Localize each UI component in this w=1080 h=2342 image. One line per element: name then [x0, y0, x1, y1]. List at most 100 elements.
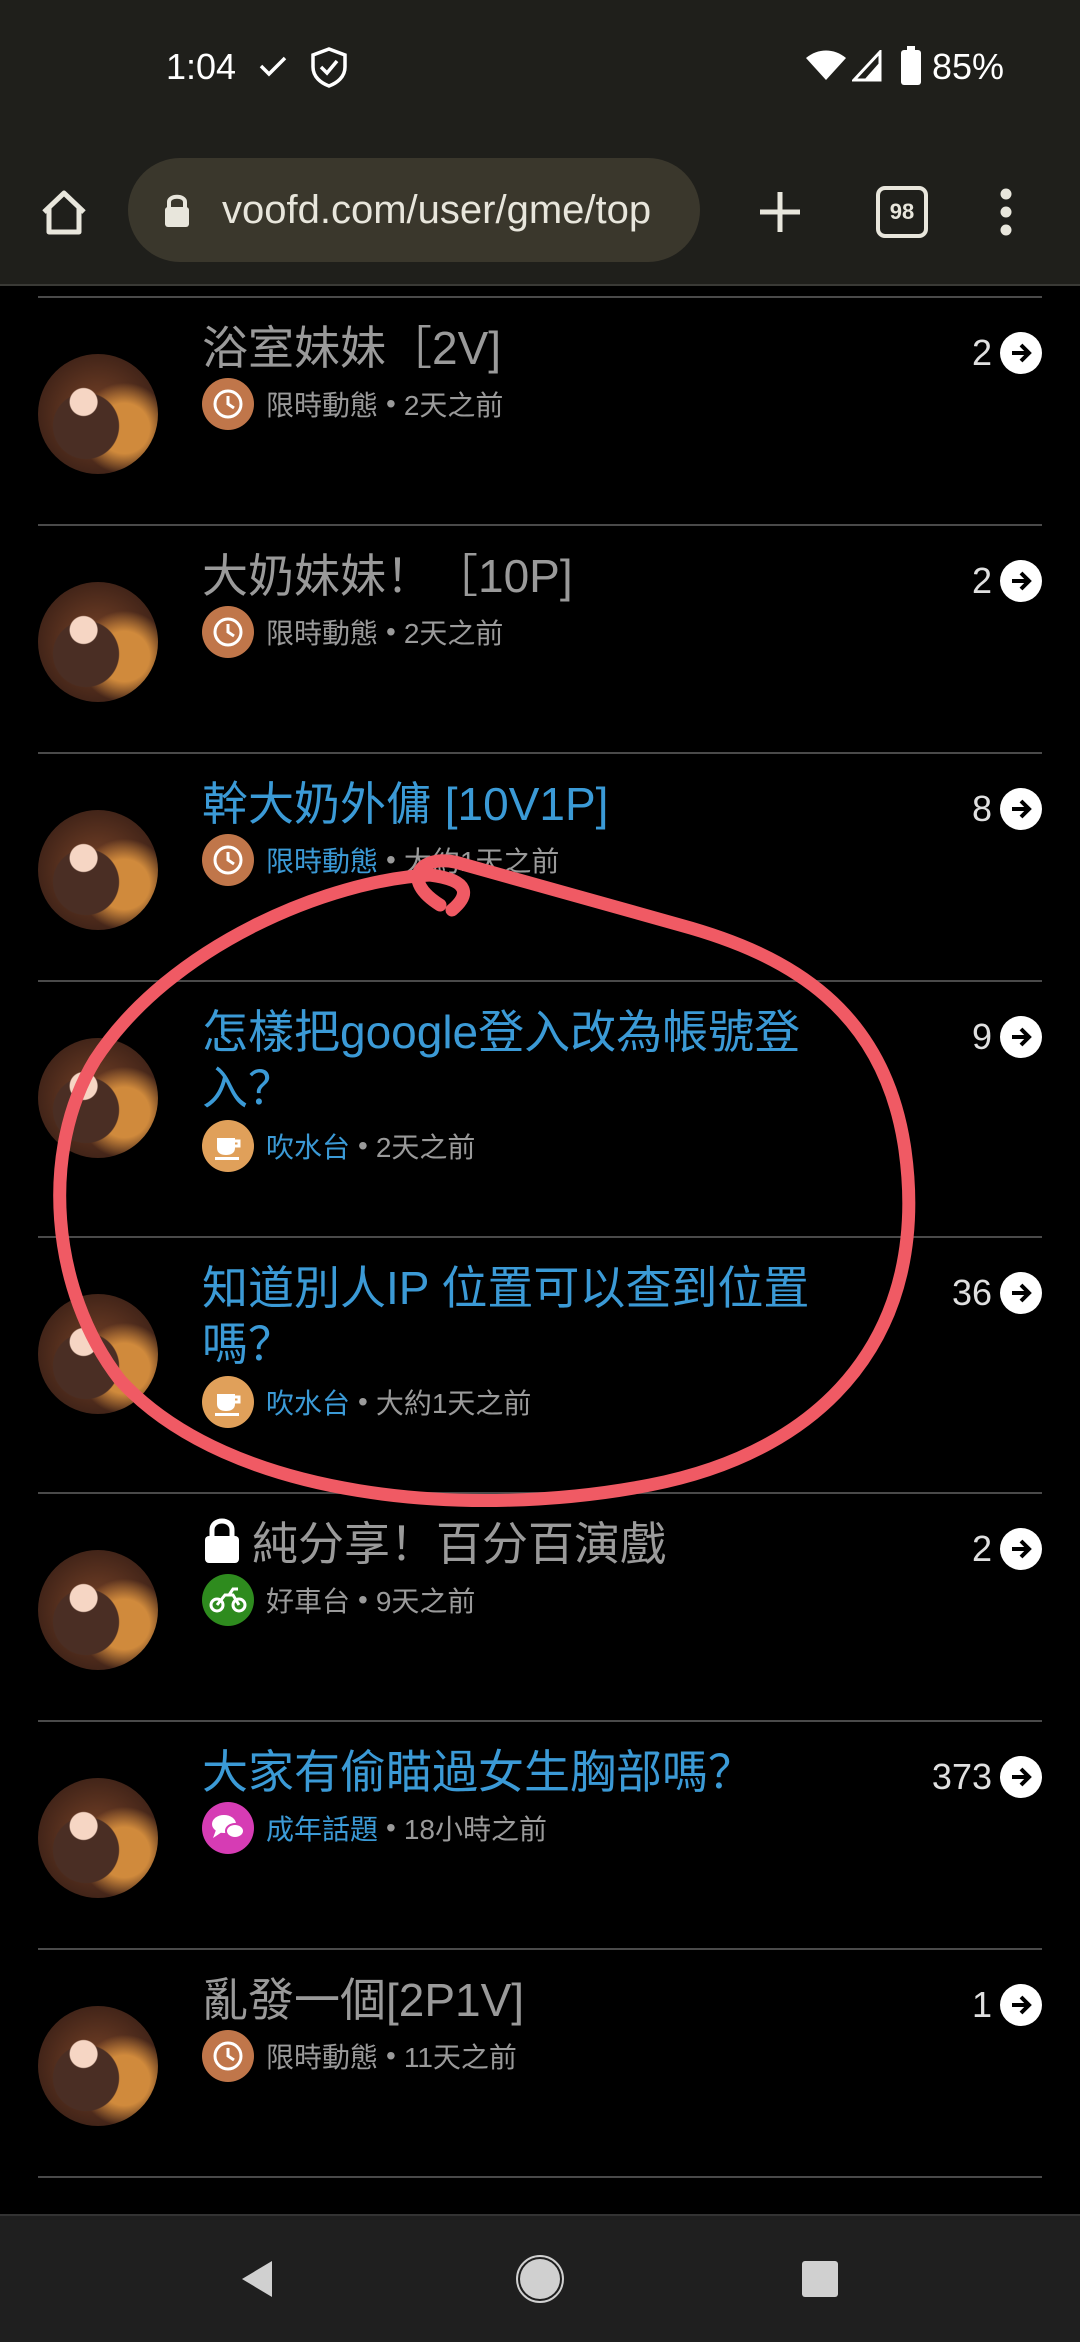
back-triangle-icon: [242, 2261, 272, 2297]
arrow-right-icon: [1000, 1756, 1042, 1798]
avatar[interactable]: [38, 1294, 158, 1414]
avatar[interactable]: [38, 1038, 158, 1158]
avatar[interactable]: [38, 810, 158, 930]
reply-count-value: 2: [971, 560, 992, 601]
category-link[interactable]: 限時動態: [266, 840, 378, 880]
topic-row[interactable]: 大家有偷瞄過女生胸部嗎？ 成年話題 • 18小時之前 373: [38, 1720, 1042, 1948]
wifi-icon: [806, 50, 846, 80]
topic-row[interactable]: 亂發一個[2P1V] 限時動態 • 11天之前 1: [38, 1948, 1042, 2176]
topic-title[interactable]: 浴室妹妹［2V]: [202, 320, 882, 376]
separator: •: [358, 1386, 368, 1417]
category-link[interactable]: 成年話題: [266, 1808, 378, 1848]
topic-row[interactable]: 浴室妹妹［2V] 限時動態 • 2天之前 2: [38, 296, 1042, 524]
topic-row-partial[interactable]: [38, 2176, 1042, 2214]
topic-row[interactable]: 怎樣把google登入改為帳號登入？ 吹水台 • 2天之前 9: [38, 980, 1042, 1236]
topic-row[interactable]: 幹大奶外傭 [10V1P] 限時動態 • 大約1天之前 8: [38, 752, 1042, 980]
reply-count[interactable]: 8: [972, 788, 1042, 830]
topic-row[interactable]: 大奶妹妹！［10P] 限時動態 • 2天之前 2: [38, 524, 1042, 752]
plus-icon: [760, 192, 800, 232]
separator: •: [386, 616, 396, 647]
topic-meta: 限時動態 • 2天之前: [202, 606, 503, 658]
topic-time: 大約1天之前: [403, 846, 560, 877]
reply-count-value: 36: [951, 1272, 992, 1313]
reply-count[interactable]: 1: [972, 1984, 1042, 2026]
category-link[interactable]: 限時動態: [266, 612, 378, 652]
topic-time: 2天之前: [375, 1132, 476, 1163]
back-button[interactable]: [166, 2216, 346, 2342]
topic-meta: 好車台 • 9天之前: [202, 1574, 475, 1626]
home-button[interactable]: [24, 170, 104, 254]
separator: •: [386, 388, 396, 419]
check-icon: [259, 56, 287, 77]
category-link[interactable]: 吹水台: [266, 1382, 350, 1422]
reply-count[interactable]: 2: [972, 1528, 1042, 1570]
category-link[interactable]: 吹水台: [266, 1126, 350, 1166]
signal-icon: [852, 50, 882, 82]
topic-row[interactable]: 知道別人IP 位置可以查到位置嗎？ 吹水台 • 大約1天之前 36: [38, 1236, 1042, 1492]
status-bar: 1:04 85%: [0, 0, 1080, 140]
menu-button[interactable]: [970, 170, 1042, 254]
topic-title[interactable]: 大奶妹妹！［10P]: [202, 548, 882, 604]
arrow-right-icon: [1000, 1528, 1042, 1570]
arrow-right-icon: [1000, 1984, 1042, 2026]
coffee-icon: [202, 1120, 254, 1172]
clock-icon: [202, 378, 254, 430]
more-vert-icon: [1000, 188, 1012, 236]
coffee-icon: [202, 1376, 254, 1428]
topic-meta: 成年話題 • 18小時之前: [202, 1802, 547, 1854]
topic-title[interactable]: 幹大奶外傭 [10V1P]: [202, 776, 882, 832]
url-bar[interactable]: voofd.com/user/gme/top: [128, 158, 700, 262]
arrow-right-icon: [1000, 1272, 1042, 1314]
reply-count-value: 8: [971, 788, 992, 829]
avatar[interactable]: [38, 1550, 158, 1670]
avatar[interactable]: [38, 1778, 158, 1898]
avatar[interactable]: [38, 354, 158, 474]
battery-percent: 85%: [932, 46, 1005, 87]
topic-title-wrap[interactable]: 純分享！百分百演戲: [202, 1516, 882, 1572]
separator: •: [358, 1584, 368, 1615]
separator: •: [386, 1812, 396, 1843]
clock-icon: [202, 606, 254, 658]
topic-title[interactable]: 知道別人IP 位置可以查到位置嗎？: [202, 1260, 882, 1372]
reply-count-value: 9: [971, 1016, 992, 1057]
clock-icon: [202, 834, 254, 886]
arrow-right-icon: [1000, 560, 1042, 602]
category-link[interactable]: 好車台: [266, 1580, 350, 1620]
status-time: 1:04: [166, 46, 237, 87]
topic-title[interactable]: 大家有偷瞄過女生胸部嗎？: [202, 1744, 882, 1800]
reply-count[interactable]: 2: [972, 332, 1042, 374]
reply-count[interactable]: 9: [972, 1016, 1042, 1058]
new-tab-button[interactable]: [736, 170, 824, 254]
avatar[interactable]: [38, 582, 158, 702]
category-link[interactable]: 限時動態: [266, 384, 378, 424]
topic-meta: 限時動態 • 11天之前: [202, 2030, 517, 2082]
topic-title[interactable]: 亂發一個[2P1V]: [202, 1972, 882, 2028]
chat-bubbles-icon: [202, 1802, 254, 1854]
separator: •: [386, 2040, 396, 2071]
recents-button[interactable]: [730, 2216, 910, 2342]
recents-square-icon: [802, 2261, 838, 2297]
category-link[interactable]: 限時動態: [266, 2036, 378, 2076]
topic-time: 11天之前: [403, 2042, 517, 2073]
lock-icon: [205, 1518, 239, 1563]
reply-count[interactable]: 2: [972, 560, 1042, 602]
reply-count[interactable]: 373: [932, 1756, 1042, 1798]
avatar[interactable]: [38, 2006, 158, 2126]
home-nav-button[interactable]: [450, 2216, 630, 2342]
reply-count[interactable]: 36: [952, 1272, 1042, 1314]
topic-time: 2天之前: [403, 390, 504, 421]
shield-icon: [311, 47, 347, 88]
topic-meta: 限時動態 • 2天之前: [202, 378, 503, 430]
home-circle-icon: [516, 2255, 564, 2303]
home-icon: [42, 190, 86, 235]
clock-icon: [202, 2030, 254, 2082]
topic-row[interactable]: 純分享！百分百演戲 好車台 • 9天之前 2: [38, 1492, 1042, 1720]
tab-switcher-button[interactable]: 98: [858, 170, 946, 254]
browser-toolbar: voofd.com/user/gme/top 98: [0, 140, 1080, 286]
arrow-right-icon: [1000, 1016, 1042, 1058]
topic-title[interactable]: 怎樣把google登入改為帳號登入？: [202, 1004, 882, 1116]
url-text: voofd.com/user/gme/top: [222, 188, 652, 232]
topic-title: 純分享！百分百演戲: [252, 1518, 666, 1570]
reply-count-value: 1: [971, 1984, 992, 2025]
reply-count-value: 373: [931, 1756, 992, 1797]
